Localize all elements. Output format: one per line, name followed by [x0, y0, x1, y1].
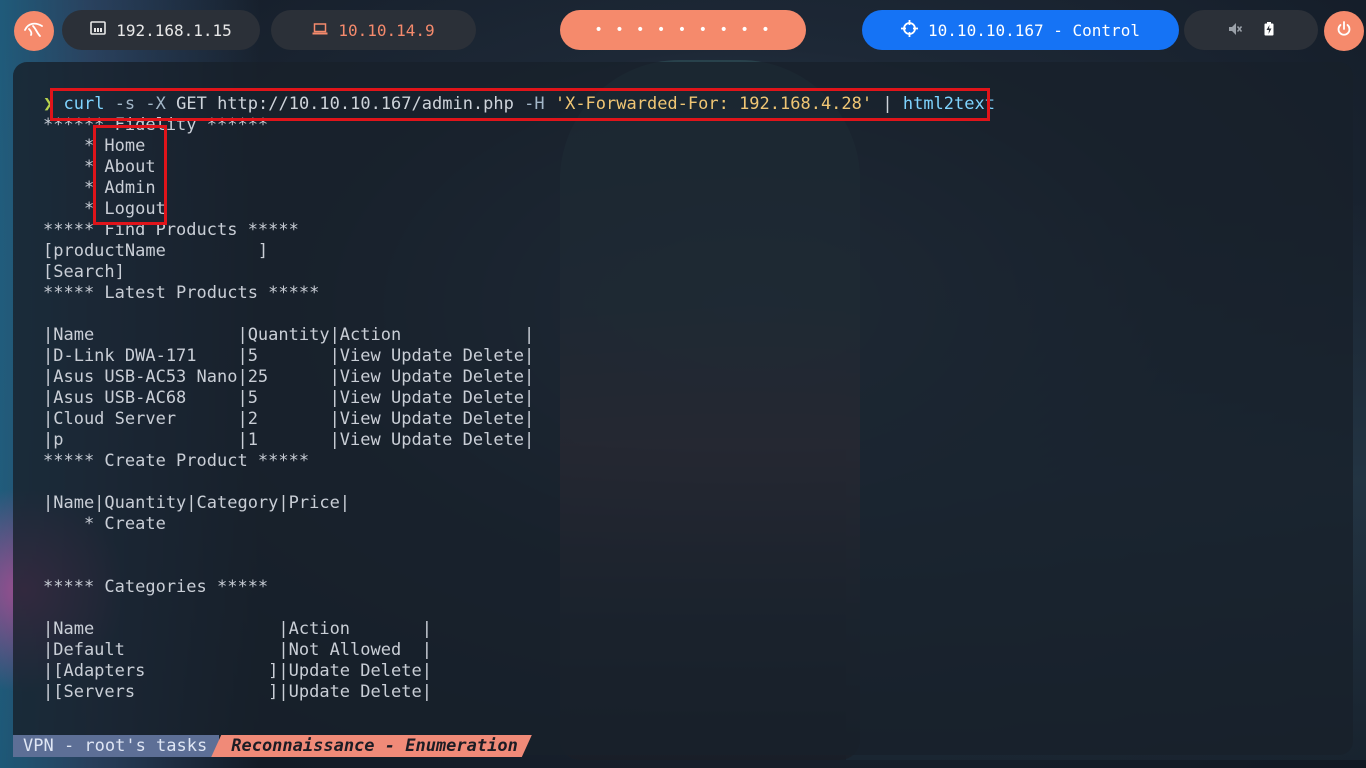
volume-muted-icon[interactable]	[1228, 21, 1243, 40]
crosshair-icon	[901, 19, 919, 41]
top-bar: 192.168.1.15 10.10.14.9 • • • • • • • • …	[0, 0, 1366, 62]
vpn-ip-pill[interactable]: 10.10.14.9	[271, 10, 476, 50]
terminal-window[interactable]: ❯ curl -s -X GET http://10.10.10.167/adm…	[13, 62, 1353, 755]
power-button[interactable]	[1324, 11, 1364, 51]
vpn-ip-text: 10.10.14.9	[338, 20, 435, 40]
status-session: VPN - root's tasks	[13, 735, 220, 757]
menu-highlight-box	[93, 125, 167, 225]
laptop-icon	[312, 21, 328, 39]
target-pill[interactable]: 10.10.10.167 - Control	[862, 10, 1179, 50]
kali-menu-button[interactable]	[14, 11, 54, 51]
system-tray-pill	[1184, 10, 1318, 50]
battery-charging-icon[interactable]	[1264, 21, 1274, 40]
kali-dragon-icon	[23, 20, 45, 43]
workspace-dots[interactable]: • • • • • • • • •	[594, 22, 771, 38]
network-card-icon	[90, 21, 107, 39]
tmux-status-line: VPN - root's tasks Reconnaissance - Enum…	[13, 735, 532, 757]
ethernet-ip-text: 192.168.1.15	[116, 20, 232, 40]
status-window[interactable]: Reconnaissance - Enumeration	[211, 735, 532, 757]
workspaces-pill[interactable]: • • • • • • • • •	[560, 10, 806, 50]
ethernet-ip-pill[interactable]: 192.168.1.15	[62, 10, 260, 50]
command-highlight-box	[50, 88, 990, 121]
target-label: 10.10.10.167 - Control	[928, 20, 1140, 40]
power-icon	[1336, 20, 1352, 42]
